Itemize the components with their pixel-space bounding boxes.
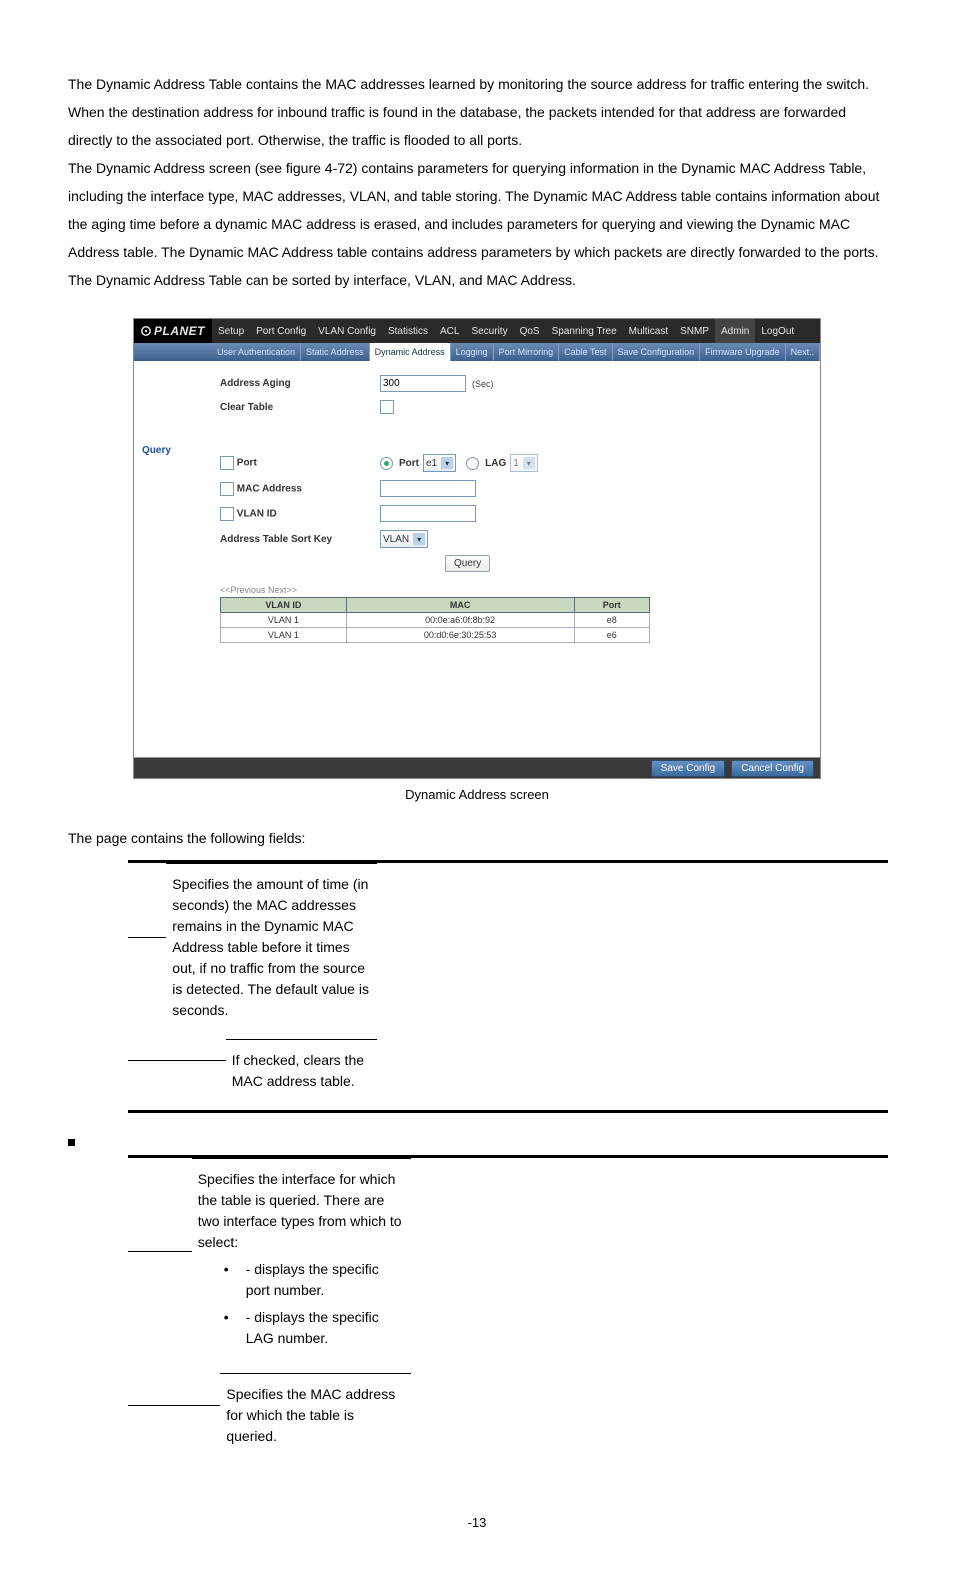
topnav-tab[interactable]: VLAN Config (312, 319, 382, 343)
paragraph-1: The Dynamic Address Table contains the M… (68, 70, 886, 154)
brand-logo-text: PLANET (154, 324, 205, 338)
subnav-tab[interactable]: Dynamic Address (370, 343, 451, 361)
chevron-down-icon: ▾ (441, 457, 453, 469)
select-lag-value: 1 (513, 458, 519, 469)
table-cell: e6 (574, 628, 649, 643)
select-lag[interactable]: 1▾ (510, 454, 538, 472)
subnav-tab[interactable]: Save Configuration (613, 343, 701, 361)
topnav-tab[interactable]: ACL (434, 319, 465, 343)
subnav-tab[interactable]: Next.. (786, 343, 821, 361)
sub-bullet: - displays the specific LAG number. (218, 1307, 405, 1349)
sub-bullet: - displays the specific port number. (218, 1259, 405, 1301)
topnav-tab[interactable]: Admin (715, 319, 755, 343)
bullet-icon (68, 1139, 75, 1146)
fields-table-1: Specifies the amount of time (in seconds… (128, 860, 888, 1113)
subnav-tab[interactable]: Cable Test (559, 343, 612, 361)
prev-next-links[interactable]: <<Previous Next>> (220, 585, 806, 595)
label-port: Port (237, 458, 257, 469)
topnav-tab[interactable]: Multicast (623, 319, 674, 343)
footer-bar: Save Config Cancel Config (134, 757, 820, 778)
field-desc-text: Specifies the interface for which the ta… (198, 1171, 402, 1250)
input-mac-address[interactable] (380, 480, 476, 497)
fields-table-2: Specifies the interface for which the ta… (128, 1155, 888, 1465)
checkbox-port[interactable] (220, 456, 234, 470)
subnav-tab[interactable]: Firmware Upgrade (700, 343, 786, 361)
table-header: MAC (346, 598, 574, 613)
radio-port-label: Port (399, 458, 419, 469)
topnav-tab[interactable]: Statistics (382, 319, 434, 343)
query-heading (68, 1133, 886, 1149)
unit-sec: (Sec) (472, 379, 494, 389)
label-address-aging: Address Aging (220, 378, 380, 389)
table-header: Port (574, 598, 649, 613)
query-button[interactable]: Query (445, 555, 490, 572)
table-cell: VLAN 1 (221, 628, 347, 643)
topnav-tab[interactable]: Spanning Tree (546, 319, 623, 343)
label-sort-key: Address Table Sort Key (220, 534, 380, 545)
table-row: VLAN 100:d0:6e:30:25:53e6 (221, 628, 650, 643)
select-port[interactable]: e1 ▾ (423, 454, 456, 472)
topnav-tab[interactable]: SNMP (674, 319, 715, 343)
paragraph-2: The Dynamic Address screen (see figure 4… (68, 154, 886, 294)
checkbox-mac[interactable] (220, 482, 234, 496)
input-address-aging[interactable] (380, 375, 466, 392)
label-mac-address: MAC Address (237, 483, 302, 494)
field-desc: If checked, clears the MAC address table… (226, 1039, 377, 1102)
chevron-down-icon: ▾ (523, 457, 535, 469)
figure-caption: Dynamic Address screen (68, 787, 886, 802)
table-cell: VLAN 1 (221, 613, 347, 628)
table-cell: e8 (574, 613, 649, 628)
subnav-tab[interactable]: User Authentication (212, 343, 301, 361)
brand-logo: PLANET (134, 319, 212, 343)
results-table: VLAN IDMACPort VLAN 100:0e:a6:0f:8b:92e8… (220, 597, 650, 643)
radio-lag[interactable] (466, 457, 479, 470)
topnav-tab[interactable]: Setup (212, 319, 250, 343)
main-panel: Address Aging (Sec) Clear Table Port Por… (212, 361, 820, 757)
checkbox-clear-table[interactable] (380, 400, 394, 414)
field-desc: Specifies the MAC address for which the … (220, 1373, 410, 1457)
topnav-tab[interactable]: Security (465, 319, 513, 343)
radio-port[interactable] (380, 457, 393, 470)
cancel-config-button[interactable]: Cancel Config (731, 760, 814, 777)
radio-lag-label: LAG (485, 458, 506, 469)
side-panel: Query (134, 361, 212, 757)
select-port-value: e1 (426, 458, 437, 469)
select-sort-value: VLAN (383, 534, 409, 545)
table-row: VLAN 100:0e:a6:0f:8b:92e8 (221, 613, 650, 628)
side-section-query: Query (134, 441, 212, 460)
subnav-tab[interactable]: Logging (451, 343, 494, 361)
select-sort-key[interactable]: VLAN ▾ (380, 530, 428, 548)
chevron-down-icon: ▾ (413, 533, 425, 545)
subnav-tab[interactable]: Static Address (301, 343, 370, 361)
sub-nav: User AuthenticationStatic AddressDynamic… (134, 343, 820, 361)
checkbox-vlan[interactable] (220, 507, 234, 521)
field-desc: Specifies the interface for which the ta… (192, 1158, 411, 1365)
field-desc: Specifies the amount of time (in seconds… (166, 863, 376, 1031)
input-vlan-id[interactable] (380, 505, 476, 522)
table-header: VLAN ID (221, 598, 347, 613)
topnav-tab[interactable]: Port Config (250, 319, 312, 343)
screenshot-figure: PLANET SetupPort ConfigVLAN ConfigStatis… (133, 318, 821, 779)
label-clear-table: Clear Table (220, 402, 380, 413)
page-number: -13 (68, 1515, 886, 1530)
table-cell: 00:0e:a6:0f:8b:92 (346, 613, 574, 628)
top-nav: PLANET SetupPort ConfigVLAN ConfigStatis… (134, 319, 820, 343)
subnav-tab[interactable]: Port Mirroring (494, 343, 560, 361)
table-cell: 00:d0:6e:30:25:53 (346, 628, 574, 643)
save-config-button[interactable]: Save Config (651, 760, 725, 777)
topnav-tab[interactable]: LogOut (755, 319, 800, 343)
topnav-tab[interactable]: QoS (514, 319, 546, 343)
fields-intro: The page contains the following fields: (68, 830, 886, 846)
label-vlan-id: VLAN ID (237, 508, 277, 519)
